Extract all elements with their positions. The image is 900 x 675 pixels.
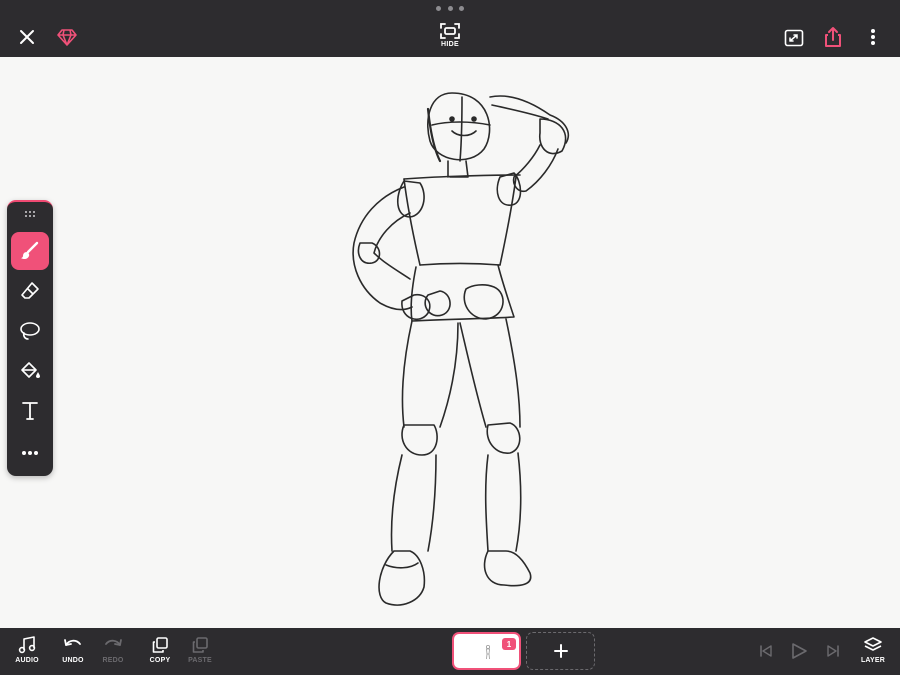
stick-figure-sketch	[352, 92, 570, 606]
brush-icon	[21, 241, 39, 260]
undo-button[interactable]: UNDO	[53, 636, 93, 672]
more-tools-button[interactable]	[11, 434, 49, 472]
frame-number-badge: 1	[502, 638, 516, 650]
close-icon	[20, 30, 34, 44]
tool-palette	[7, 200, 53, 476]
undo-label: UNDO	[62, 657, 84, 664]
share-icon	[825, 27, 841, 47]
fullscreen-button[interactable]	[782, 26, 806, 50]
play-icon	[792, 643, 807, 659]
previous-frame-button[interactable]	[757, 642, 775, 660]
lasso-tool[interactable]	[11, 312, 49, 350]
top-grip-handle[interactable]	[436, 3, 464, 13]
drawing-canvas[interactable]	[0, 57, 900, 628]
diamond-icon	[57, 29, 77, 46]
layer-button[interactable]: LAYER	[853, 636, 893, 672]
skip-back-icon	[760, 645, 772, 657]
redo-label: REDO	[102, 657, 124, 664]
close-button[interactable]	[16, 26, 38, 48]
text-tool[interactable]	[11, 392, 49, 430]
premium-button[interactable]	[56, 26, 78, 48]
play-button[interactable]	[788, 640, 810, 662]
paste-icon	[192, 637, 208, 653]
plus-icon	[553, 644, 568, 658]
share-button[interactable]	[821, 24, 845, 50]
drag-grip-icon	[25, 211, 35, 217]
paste-label: PASTE	[188, 657, 212, 664]
top-toolbar: HIDE	[0, 0, 900, 57]
bottom-toolbar: AUDIO UNDO REDO COPY PASTE 1 LAYER	[0, 628, 900, 675]
paste-button[interactable]: PASTE	[180, 636, 220, 672]
hide-label: HIDE	[441, 41, 459, 48]
next-frame-button[interactable]	[824, 642, 842, 660]
audio-button[interactable]: AUDIO	[7, 636, 47, 672]
copy-label: COPY	[149, 657, 171, 664]
skip-forward-icon	[827, 645, 839, 657]
copy-icon	[152, 637, 168, 653]
resize-icon	[784, 29, 804, 47]
text-icon	[22, 402, 38, 420]
palette-drag-handle[interactable]	[7, 210, 53, 220]
more-dots-icon	[22, 451, 38, 455]
frame-thumbnail[interactable]: 1	[452, 632, 521, 670]
more-options-button[interactable]	[862, 26, 884, 48]
eraser-icon	[21, 282, 39, 299]
redo-button[interactable]: REDO	[93, 636, 133, 672]
lasso-icon	[20, 322, 40, 340]
music-note-icon	[18, 636, 36, 654]
layers-icon	[864, 637, 882, 651]
redo-icon	[105, 639, 122, 646]
audio-label: AUDIO	[15, 657, 39, 664]
hide-ui-button[interactable]: HIDE	[430, 22, 470, 52]
vertical-dots-icon	[871, 29, 875, 45]
hide-ui-icon	[440, 23, 460, 39]
copy-button[interactable]: COPY	[140, 636, 180, 672]
layer-label: LAYER	[860, 657, 886, 664]
add-frame-button[interactable]	[526, 632, 595, 670]
paint-bucket-icon	[21, 362, 40, 378]
eraser-tool[interactable]	[11, 272, 49, 310]
fill-tool[interactable]	[11, 352, 49, 390]
brush-tool[interactable]	[11, 232, 49, 270]
undo-icon	[64, 639, 81, 646]
